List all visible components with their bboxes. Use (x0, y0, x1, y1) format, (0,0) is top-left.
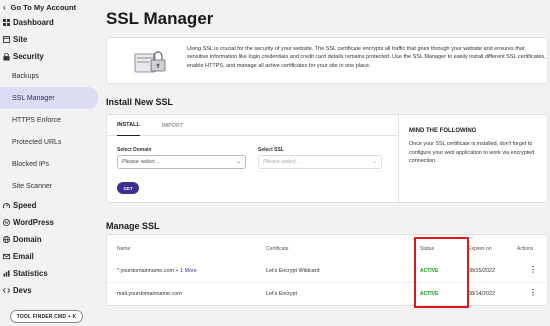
table-row-name: mail.yourdomainname.com (117, 291, 182, 297)
select-domain-label: Select Domain (117, 147, 152, 153)
mind-text: Once your SSL certificate is installed, … (409, 141, 535, 164)
mind-the-following-panel: MIND THE FOLLOWING Once your SSL certifi… (398, 115, 548, 202)
sidebar-item-backups[interactable]: Backups (0, 65, 98, 87)
nav-wordpress[interactable]: W WordPress (0, 214, 98, 231)
main-content: SSL Manager Using SSL is crucial for the… (98, 0, 550, 326)
ssl-lock-illustration-icon (134, 51, 166, 73)
sidebar-item-label: Backups (12, 72, 39, 80)
nav-email[interactable]: Email (0, 248, 98, 265)
intro-card: Using SSL is crucial for the security of… (106, 37, 548, 84)
sidebar-item-site-scanner[interactable]: Site Scanner (0, 175, 98, 197)
sidebar-item-ssl-manager[interactable]: SSL Manager (0, 87, 98, 109)
nav-site[interactable]: Site (0, 31, 98, 48)
dashboard-icon (2, 19, 10, 27)
table-row-certificate: Let's Encrypt (266, 291, 297, 297)
table-row-name: *.yourdomainname.com + 1 More (117, 268, 197, 274)
devs-icon (2, 287, 10, 295)
email-icon (2, 253, 10, 261)
sidebar-item-protected-urls[interactable]: Protected URLs (0, 131, 98, 153)
select-ssl-dropdown[interactable]: Please select .. ⌄ (258, 155, 382, 169)
table-row-certificate: Let's Encrypt Wildcard (266, 268, 320, 274)
sidebar-item-blocked-ips[interactable]: Blocked IPs (0, 153, 98, 175)
nav-domain-label: Domain (13, 235, 42, 244)
wordpress-icon: W (2, 219, 10, 227)
go-to-account-label: Go To My Account (10, 2, 77, 12)
nav-speed[interactable]: Speed (0, 197, 98, 214)
nav-statistics-label: Statistics (13, 269, 48, 278)
svg-text:W: W (4, 220, 9, 225)
status-column-highlight (414, 237, 469, 308)
sidebar-item-label: Site Scanner (12, 182, 53, 190)
speed-icon (2, 202, 10, 210)
select-ssl-placeholder: Please select .. (263, 159, 301, 165)
table-row-expires: 08/14/2022 (468, 291, 495, 297)
sidebar-item-label: SSL Manager (12, 94, 55, 102)
nav-site-label: Site (13, 35, 28, 44)
column-header-expires: Expires on (468, 246, 492, 252)
nav-email-label: Email (13, 252, 34, 261)
intro-text: Using SSL is crucial for the security of… (187, 46, 546, 69)
column-header-name: Name (117, 246, 131, 252)
nav-devs[interactable]: Devs (0, 282, 98, 299)
more-actions-icon[interactable]: ⋮ (529, 265, 537, 274)
chevron-down-icon: ⌄ (235, 159, 241, 165)
nav-devs-label: Devs (13, 286, 32, 295)
mind-heading: MIND THE FOLLOWING (409, 128, 477, 134)
install-ssl-heading: Install New SSL (106, 97, 174, 107)
sidebar-item-https-enforce[interactable]: HTTPS Enforce (0, 109, 98, 131)
nav-dashboard[interactable]: Dashboard (0, 14, 98, 31)
globe-icon (2, 236, 10, 244)
get-button[interactable]: GET (117, 182, 139, 194)
domain-name: *.yourdomainname.com (117, 268, 174, 274)
install-ssl-card: INSTALL IMPORT Select Domain Please sele… (106, 114, 548, 203)
nav-speed-label: Speed (13, 201, 37, 210)
site-icon (2, 36, 10, 44)
chevron-left-icon: ‹ (3, 2, 6, 12)
nav-security-label: Security (13, 52, 44, 61)
page-title: SSL Manager (106, 9, 214, 28)
select-domain-placeholder: Please select .. (122, 159, 160, 165)
go-to-account-link[interactable]: ‹ Go To My Account (0, 0, 98, 14)
tool-finder-button[interactable]: TOOL FINDER CMD + K (10, 310, 83, 323)
select-domain-dropdown[interactable]: Please select .. ⌄ (117, 155, 246, 169)
table-row-expires: 08/15/2022 (468, 268, 495, 274)
nav-domain[interactable]: Domain (0, 231, 98, 248)
more-domains-link[interactable]: + 1 More (175, 268, 196, 274)
select-ssl-label: Select SSL (258, 147, 284, 153)
tab-import[interactable]: IMPORT (162, 115, 183, 136)
manage-ssl-table: Name Certificate Status Expires on Actio… (106, 234, 549, 308)
statistics-icon (2, 270, 10, 278)
more-actions-icon[interactable]: ⋮ (529, 288, 537, 297)
column-header-certificate: Certificate (266, 246, 289, 252)
lock-icon (2, 52, 10, 61)
chevron-down-icon: ⌄ (371, 159, 377, 165)
nav-dashboard-label: Dashboard (13, 18, 54, 27)
manage-ssl-heading: Manage SSL (106, 221, 160, 231)
sidebar-item-label: Protected URLs (12, 138, 62, 146)
tab-install[interactable]: INSTALL (117, 115, 140, 136)
nav-security[interactable]: Security (0, 48, 98, 65)
row-divider (107, 282, 549, 283)
nav-statistics[interactable]: Statistics (0, 265, 98, 282)
sidebar: ‹ Go To My Account Dashboard Site Securi… (0, 0, 98, 326)
install-tabs: INSTALL IMPORT (107, 115, 397, 136)
nav-wordpress-label: WordPress (13, 218, 55, 227)
sidebar-item-label: Blocked IPs (12, 160, 49, 168)
column-header-actions: Actions (517, 246, 534, 252)
sidebar-item-label: HTTPS Enforce (12, 116, 62, 124)
